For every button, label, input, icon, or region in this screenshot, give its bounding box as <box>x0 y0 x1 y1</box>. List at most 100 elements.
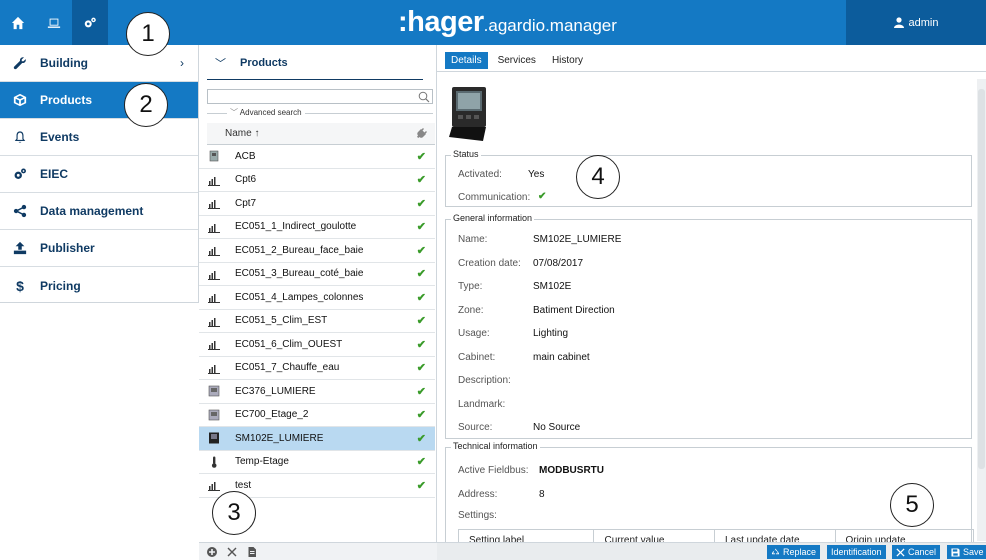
status-ok-icon: ✔ <box>416 315 426 328</box>
settings-label: Settings: <box>458 510 497 521</box>
nav-item-data-management[interactable]: Data management <box>0 193 198 230</box>
replace-button[interactable]: Replace <box>767 545 821 559</box>
nav-item-pricing[interactable]: $ Pricing <box>0 267 198 304</box>
product-name: EC051_4_Lampes_colonnes <box>235 291 364 303</box>
nav-label-pricing: Pricing <box>40 278 81 293</box>
list-item[interactable]: ACB ✔ <box>199 145 435 169</box>
gears-icon[interactable] <box>72 0 108 45</box>
delete-icon[interactable] <box>227 547 237 557</box>
plug-icon <box>417 128 427 138</box>
general-field-label: Creation date: <box>458 257 521 269</box>
list-item[interactable]: EC051_7_Chauffe_eau ✔ <box>199 357 435 380</box>
status-ok-icon: ✔ <box>416 362 426 375</box>
callout-4: 4 <box>576 155 620 199</box>
meter-icon <box>207 478 221 492</box>
detail-scrollbar[interactable] <box>977 79 986 541</box>
device-icon <box>207 384 221 398</box>
dollar-icon: $ <box>16 277 24 294</box>
callout-1: 1 <box>126 12 170 56</box>
save-button[interactable]: Save <box>947 545 986 559</box>
thermometer-icon <box>207 455 221 469</box>
product-table: ACB ✔ Cpt6 ✔ Cpt7 ✔ EC051_1_Indirect_goulotte ✔… <box>199 145 435 498</box>
product-name: EC051_6_Clim_OUEST <box>235 338 343 350</box>
chevron-down-icon: ﹀ <box>215 58 226 70</box>
save-label: Save <box>963 547 984 557</box>
nav-label-products: Products <box>40 93 93 107</box>
nav-item-events[interactable]: Events <box>0 119 198 156</box>
status-ok-icon: ✔ <box>416 385 426 398</box>
nav-item-products[interactable]: Products <box>0 82 198 119</box>
user-menu[interactable]: admin <box>846 0 986 45</box>
list-item[interactable]: EC051_5_Clim_EST ✔ <box>199 310 435 333</box>
tab-details[interactable]: Details <box>445 52 488 69</box>
product-name: test <box>235 479 252 491</box>
meter-icon <box>207 337 221 351</box>
share-icon <box>12 203 28 219</box>
replace-label: Replace <box>783 547 817 557</box>
status-ok-icon: ✔ <box>416 409 426 422</box>
meter-icon <box>207 267 221 281</box>
list-item[interactable]: EC051_6_Clim_OUEST ✔ <box>199 333 435 357</box>
address-value: 8 <box>539 489 545 500</box>
search-icon[interactable] <box>418 91 430 103</box>
laptop-icon[interactable] <box>36 0 72 45</box>
user-icon <box>893 17 904 28</box>
home-icon[interactable] <box>0 0 36 45</box>
nav-item-building[interactable]: Building › <box>0 45 198 82</box>
general-field-value: 07/08/2017 <box>533 257 584 269</box>
table-header: Name ↑ <box>207 123 435 145</box>
list-item[interactable]: EC051_1_Indirect_goulotte ✔ <box>199 216 435 239</box>
general-field-label: Name: <box>458 234 488 245</box>
identification-button[interactable]: Identification <box>827 545 886 559</box>
document-icon[interactable] <box>247 546 257 557</box>
search-input[interactable] <box>207 89 433 104</box>
add-icon[interactable] <box>207 546 217 557</box>
list-item[interactable]: Cpt6 ✔ <box>199 169 435 192</box>
scrollbar-thumb[interactable] <box>978 89 985 469</box>
communication-ok-icon: ✔ <box>538 191 547 202</box>
activated-value: Yes <box>528 169 545 180</box>
advanced-search-label: ﹀ Advanced search <box>227 107 305 118</box>
status-ok-icon: ✔ <box>416 479 426 492</box>
meter-icon <box>207 314 221 328</box>
tab-services[interactable]: Services <box>492 52 542 69</box>
products-panel-header[interactable]: ﹀ Products <box>199 45 436 81</box>
products-footer <box>199 542 437 560</box>
technical-info-title: Technical information <box>451 441 540 451</box>
nav-item-publisher[interactable]: Publisher <box>0 230 198 267</box>
bell-icon <box>12 129 28 145</box>
list-item[interactable]: Cpt7 ✔ <box>199 192 435 216</box>
column-name-header[interactable]: Name ↑ <box>225 128 259 139</box>
general-info-title: General information <box>451 213 535 223</box>
product-name: SM102E_LUMIERE <box>235 432 324 444</box>
product-name: Cpt6 <box>235 174 257 186</box>
callout-5: 5 <box>890 483 934 527</box>
list-item[interactable]: EC376_LUMIERE ✔ <box>199 380 435 404</box>
status-ok-icon: ✔ <box>416 197 426 210</box>
status-ok-icon: ✔ <box>416 268 426 281</box>
product-name: Temp-Etage <box>235 456 289 468</box>
list-item[interactable]: EC051_4_Lampes_colonnes ✔ <box>199 286 435 310</box>
power-meter-icon <box>207 431 221 445</box>
list-item[interactable]: SM102E_LUMIERE ✔ <box>199 427 435 451</box>
user-name: admin <box>908 16 939 29</box>
list-item[interactable]: Temp-Etage ✔ <box>199 451 435 474</box>
gears-icon <box>12 166 28 182</box>
nav-item-eiec[interactable]: EIEC <box>0 156 198 193</box>
general-field-label: Zone: <box>458 304 484 316</box>
tab-history[interactable]: History <box>546 52 589 69</box>
product-name: EC051_2_Bureau_face_baie <box>235 244 364 256</box>
advanced-search[interactable]: ﹀ Advanced search <box>207 107 433 119</box>
nav-label-data-management: Data management <box>40 204 144 218</box>
general-field-value: SM102E <box>533 281 572 292</box>
identification-label: Identification <box>831 547 882 557</box>
detail-footer: Replace Identification Cancel Save <box>437 542 986 560</box>
list-item[interactable]: EC051_2_Bureau_face_baie ✔ <box>199 239 435 263</box>
status-ok-icon: ✔ <box>416 221 426 234</box>
list-item[interactable]: EC051_3_Bureau_coté_baie ✔ <box>199 263 435 286</box>
device-icon <box>207 408 221 422</box>
list-item[interactable]: EC700_Etage_2 ✔ <box>199 404 435 427</box>
detail-panel: Details Services History Status Activate… <box>437 45 986 560</box>
cancel-button[interactable]: Cancel <box>892 545 941 559</box>
fieldbus-label: Active Fieldbus: <box>458 465 529 476</box>
